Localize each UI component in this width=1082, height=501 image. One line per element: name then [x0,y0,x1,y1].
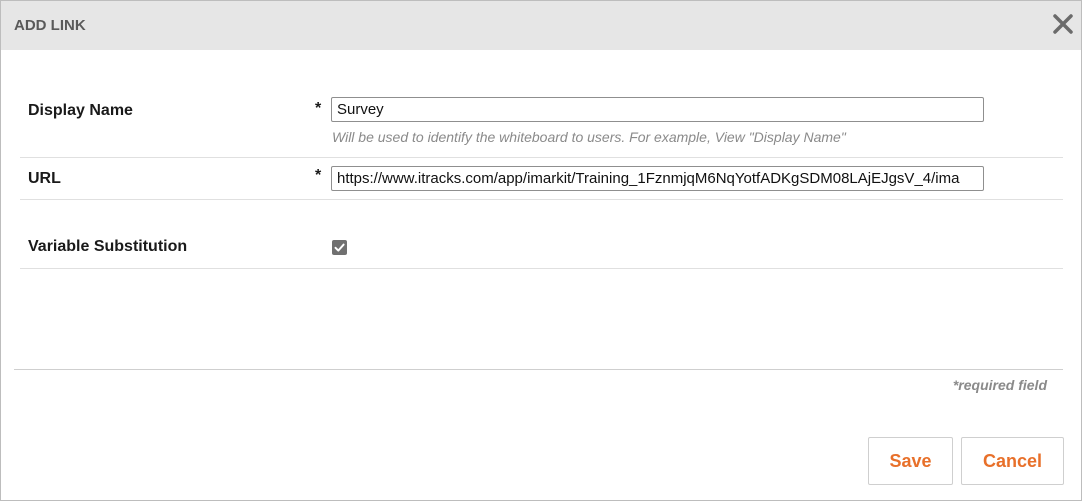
url-label: URL [28,170,61,187]
dialog-titlebar: ADD LINK [1,1,1081,50]
display-name-required-mark: * [315,100,322,117]
cancel-button[interactable]: Cancel [961,437,1064,485]
url-row: URL * [20,158,1063,200]
variable-substitution-row: Variable Substitution [20,200,1063,269]
url-input[interactable] [331,166,984,191]
close-icon[interactable] [1050,11,1076,37]
checkmark-icon [334,243,345,252]
add-link-dialog: ADD LINK Display Name * Will be used to … [0,0,1082,501]
variable-substitution-checkbox[interactable] [332,240,347,255]
footer-divider [14,369,1063,370]
display-name-row: Display Name * Will be used to identify … [20,51,1063,158]
display-name-label: Display Name [28,102,133,119]
display-name-hint: Will be used to identify the whiteboard … [332,129,846,145]
url-required-mark: * [315,167,322,184]
variable-substitution-label: Variable Substitution [28,238,188,255]
save-button[interactable]: Save [868,437,953,485]
display-name-input[interactable] [331,97,984,122]
dialog-title: ADD LINK [14,17,86,34]
required-field-note: *required field [952,377,1047,393]
